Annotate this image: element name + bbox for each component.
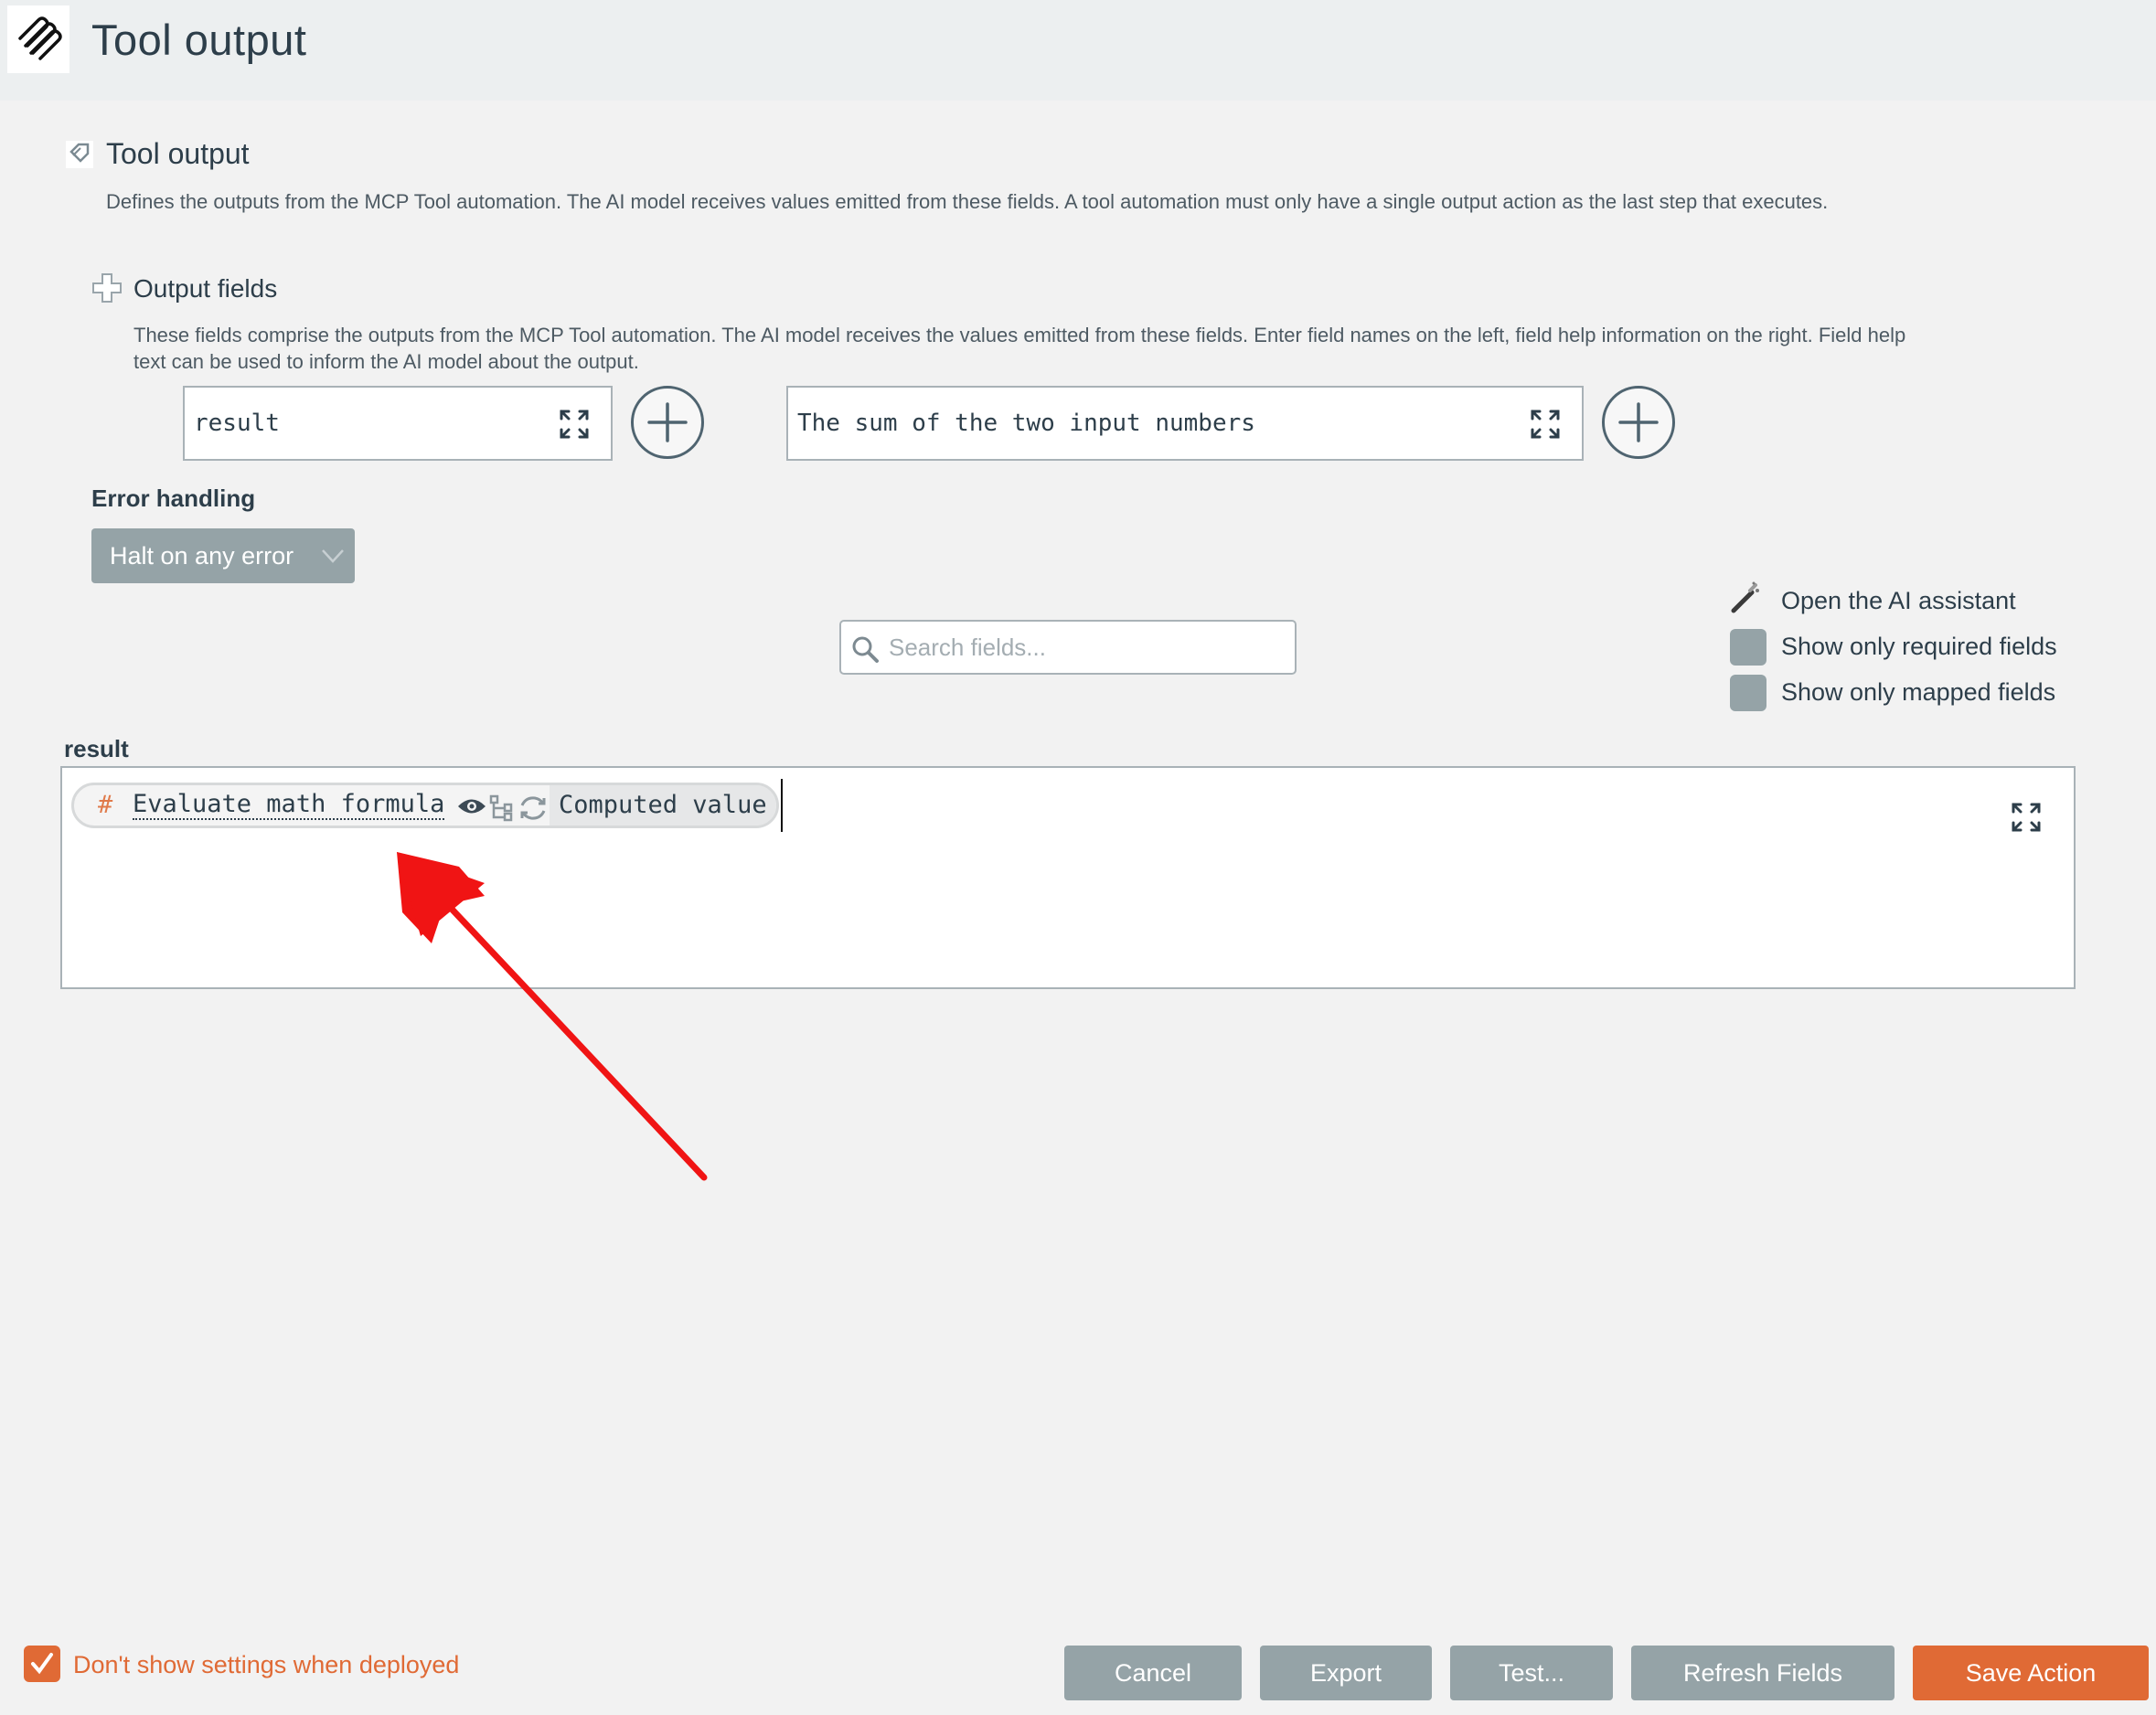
field-help-value: The sum of the two input numbers bbox=[797, 410, 1255, 437]
result-field-label: result bbox=[64, 735, 129, 762]
expand-icon[interactable] bbox=[558, 408, 591, 441]
refresh-icon[interactable] bbox=[518, 794, 548, 822]
annotation-arrow bbox=[397, 852, 708, 1181]
ai-assistant-label: Open the AI assistant bbox=[1781, 587, 2016, 614]
save-action-button[interactable]: Save Action bbox=[1913, 1646, 2149, 1700]
export-button[interactable]: Export bbox=[1260, 1646, 1432, 1700]
logo bbox=[7, 5, 69, 73]
search-box[interactable] bbox=[839, 620, 1297, 675]
token-value-name: Computed value bbox=[550, 785, 776, 826]
search-icon bbox=[852, 636, 879, 663]
number-type-icon: # bbox=[98, 791, 113, 819]
page: Tool output Tool output Defines the outp… bbox=[0, 0, 2156, 1715]
section-description: Defines the outputs from the MCP Tool au… bbox=[106, 190, 1829, 213]
expand-icon[interactable] bbox=[2010, 801, 2043, 834]
header-bar: Tool output bbox=[0, 0, 2156, 101]
page-title: Tool output bbox=[91, 16, 307, 64]
text-cursor bbox=[781, 779, 783, 832]
add-field-name-button[interactable] bbox=[631, 386, 704, 459]
result-field-editor[interactable]: # Evaluate math formula Computed value bbox=[60, 766, 2076, 989]
cancel-button[interactable]: Cancel bbox=[1064, 1646, 1242, 1700]
test-button[interactable]: Test... bbox=[1450, 1646, 1613, 1700]
error-handling-value: Halt on any error bbox=[110, 542, 294, 570]
required-only-label: Show only required fields bbox=[1781, 633, 2057, 660]
mapped-only-checkbox[interactable] bbox=[1730, 675, 1766, 711]
error-handling-label: Error handling bbox=[91, 485, 256, 512]
plus-icon bbox=[647, 402, 688, 442]
field-name-input[interactable]: result bbox=[183, 386, 613, 461]
field-name-value: result bbox=[194, 410, 280, 437]
add-field-help-button[interactable] bbox=[1602, 386, 1675, 459]
plus-outline-icon bbox=[92, 273, 122, 303]
output-fields-description: These fields comprise the outputs from t… bbox=[133, 324, 1906, 373]
error-handling-select[interactable]: Halt on any error bbox=[91, 528, 355, 583]
magic-wand-icon bbox=[1731, 581, 1759, 613]
tag-icon bbox=[66, 141, 93, 168]
output-fields-title: Output fields bbox=[133, 274, 278, 303]
mapped-only-label: Show only mapped fields bbox=[1781, 678, 2056, 706]
token-source-name[interactable]: Evaluate math formula bbox=[133, 791, 445, 820]
chevron-down-icon bbox=[322, 549, 344, 563]
refresh-fields-button[interactable]: Refresh Fields bbox=[1631, 1646, 1895, 1700]
expand-icon[interactable] bbox=[1529, 408, 1562, 441]
section-title: Tool output bbox=[106, 137, 250, 170]
mapped-value-token[interactable]: # Evaluate math formula Computed value bbox=[71, 783, 779, 828]
plus-icon bbox=[1618, 402, 1659, 442]
checkmark-icon bbox=[31, 1653, 53, 1675]
paperclip-icon bbox=[18, 16, 62, 60]
dont-show-settings-checkbox[interactable] bbox=[24, 1646, 60, 1682]
eye-icon[interactable] bbox=[456, 794, 487, 818]
field-help-input[interactable]: The sum of the two input numbers bbox=[786, 386, 1584, 461]
tree-icon[interactable] bbox=[489, 794, 515, 822]
dont-show-settings-label: Don't show settings when deployed bbox=[73, 1651, 460, 1678]
required-only-checkbox[interactable] bbox=[1730, 629, 1766, 666]
search-input[interactable] bbox=[887, 627, 1280, 667]
